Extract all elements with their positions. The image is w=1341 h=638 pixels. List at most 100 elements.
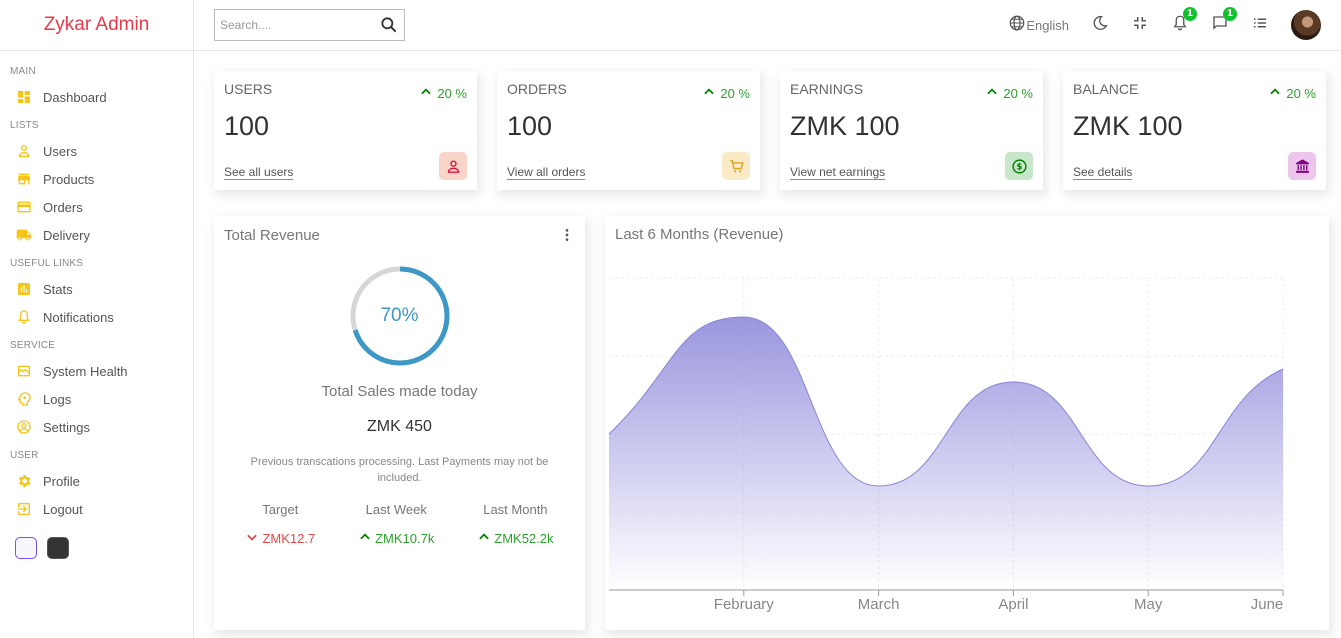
svg-text:$: $ bbox=[1016, 162, 1022, 172]
chevron-up-icon bbox=[1268, 85, 1282, 102]
percentage-value: 20 % bbox=[1286, 86, 1316, 101]
psychology-icon bbox=[15, 390, 33, 408]
widget-amount: 100 bbox=[507, 111, 553, 141]
sidebar-item-label: Users bbox=[43, 143, 77, 159]
notifications-button[interactable]: 1 bbox=[1171, 7, 1197, 36]
sidebar-item-label: Delivery bbox=[43, 227, 90, 243]
sidebar-item-orders[interactable]: Orders bbox=[10, 193, 193, 221]
bell-icon bbox=[15, 308, 33, 326]
chevron-up-icon bbox=[419, 85, 433, 102]
sidebar-section-useful-links: USEFUL LINKS Stats Notifications bbox=[10, 258, 193, 331]
x-tick-label: June bbox=[1251, 596, 1284, 613]
sidebar-item-system-health[interactable]: System Health bbox=[10, 357, 193, 385]
summary-value: ZMK12.7 bbox=[262, 531, 316, 546]
x-tick-label: February bbox=[714, 596, 775, 613]
sidebar-item-label: Settings bbox=[43, 419, 90, 435]
featured-summary: Target ZMK12.7 Last Week ZMK10.7k Last M… bbox=[224, 502, 575, 547]
logo-text[interactable]: Zykar Admin bbox=[44, 14, 150, 36]
more-vert-icon[interactable] bbox=[559, 226, 575, 244]
list-menu-button[interactable] bbox=[1251, 14, 1269, 36]
widget-amount: 100 bbox=[224, 111, 270, 141]
navbar: English 1 1 bbox=[194, 0, 1341, 51]
section-title-useful-links: USEFUL LINKS bbox=[10, 258, 84, 269]
light-theme-button[interactable] bbox=[15, 537, 37, 559]
search-input[interactable] bbox=[220, 18, 370, 32]
featured-title: Total Revenue bbox=[224, 226, 320, 244]
widget-link[interactable]: See details bbox=[1073, 165, 1133, 180]
featured-header: Total Revenue bbox=[224, 226, 575, 244]
notification-counter: 1 bbox=[1183, 7, 1197, 21]
theme-switcher bbox=[15, 537, 193, 559]
dark-theme-button[interactable] bbox=[47, 537, 69, 559]
sidebar-item-notifications[interactable]: Notifications bbox=[10, 303, 193, 331]
progress-label: 70% bbox=[380, 305, 419, 326]
logout-icon bbox=[15, 500, 33, 518]
sidebar-item-logs[interactable]: Logs bbox=[10, 385, 193, 413]
list-icon bbox=[1251, 14, 1269, 36]
x-tick-label: April bbox=[998, 596, 1028, 613]
featured-revenue-card: Total Revenue 70% Total Sales made today… bbox=[214, 216, 585, 630]
widget-percentage: 20 % bbox=[985, 85, 1033, 102]
fullscreen-exit-button[interactable] bbox=[1131, 14, 1149, 36]
sidebar-item-users[interactable]: Users bbox=[10, 137, 193, 165]
search-icon[interactable] bbox=[378, 14, 400, 36]
messages-button[interactable]: 1 bbox=[1211, 7, 1237, 36]
store-icon bbox=[15, 170, 33, 188]
dashboard-icon bbox=[15, 88, 33, 106]
truck-icon bbox=[15, 226, 33, 244]
widget-link[interactable]: See all users bbox=[224, 165, 294, 180]
featured-amount: ZMK 450 bbox=[367, 418, 432, 435]
section-title-lists: LISTS bbox=[10, 120, 39, 131]
sidebar-item-settings[interactable]: Settings bbox=[10, 413, 193, 441]
widget-link[interactable]: View all orders bbox=[507, 165, 586, 180]
sidebar-item-dashboard[interactable]: Dashboard bbox=[10, 83, 193, 111]
chevron-up-icon bbox=[702, 85, 716, 102]
chevron-up-icon bbox=[477, 530, 491, 547]
revenue-area-chart: February March April May June bbox=[608, 277, 1284, 613]
search-box bbox=[214, 9, 405, 41]
sidebar-item-logout[interactable]: Logout bbox=[10, 495, 193, 523]
sidebar-section-lists: LISTS Users Products Orders Delivery bbox=[10, 120, 193, 249]
sidebar: Zykar Admin MAIN Dashboard LISTS Users P… bbox=[0, 0, 194, 638]
summary-title: Target bbox=[262, 502, 299, 517]
widget-users: USERS 20 % 100 See all users bbox=[214, 71, 477, 190]
logo[interactable]: Zykar Admin bbox=[0, 0, 193, 51]
moon-icon bbox=[1091, 14, 1109, 36]
summary-result: ZMK52.2k bbox=[477, 530, 554, 547]
chevron-up-icon bbox=[358, 530, 372, 547]
cart-icon bbox=[722, 152, 750, 180]
sidebar-item-label: Dashboard bbox=[43, 89, 107, 105]
sidebar-item-profile[interactable]: Profile bbox=[10, 467, 193, 495]
dark-mode-toggle[interactable] bbox=[1091, 14, 1109, 36]
sidebar-section-main: MAIN Dashboard bbox=[10, 66, 193, 111]
summary-result: ZMK10.7k bbox=[358, 530, 434, 547]
user-icon bbox=[15, 142, 33, 160]
language-selector[interactable]: English bbox=[1008, 14, 1069, 36]
x-tick-label: May bbox=[1134, 596, 1163, 613]
settings-icon bbox=[15, 418, 33, 436]
app: Zykar Admin MAIN Dashboard LISTS Users P… bbox=[0, 0, 1341, 638]
widget-amount: ZMK 100 bbox=[790, 111, 900, 141]
widgets-row: USERS 20 % 100 See all users ORDERS 20 %… bbox=[214, 71, 1326, 190]
message-counter: 1 bbox=[1223, 7, 1237, 21]
widget-percentage: 20 % bbox=[702, 85, 750, 102]
x-tick-label: March bbox=[858, 596, 900, 613]
navbar-items: English 1 1 bbox=[1008, 7, 1321, 40]
sidebar-section-service: SERVICE System Health Logs Settings bbox=[10, 340, 193, 441]
avatar[interactable] bbox=[1291, 10, 1321, 40]
sidebar-item-delivery[interactable]: Delivery bbox=[10, 221, 193, 249]
widget-percentage: 20 % bbox=[1268, 85, 1316, 102]
main-content: English 1 1 bbox=[194, 0, 1341, 638]
section-title-user: USER bbox=[10, 450, 39, 461]
sidebar-item-label: Profile bbox=[43, 473, 80, 489]
area-fill bbox=[609, 317, 1283, 590]
language-label: English bbox=[1026, 17, 1069, 33]
sidebar-section-user: USER Profile Logout bbox=[10, 450, 193, 523]
health-icon bbox=[15, 362, 33, 380]
percentage-value: 20 % bbox=[437, 86, 467, 101]
sidebar-item-stats[interactable]: Stats bbox=[10, 275, 193, 303]
widget-link[interactable]: View net earnings bbox=[790, 165, 886, 180]
widget-earnings: EARNINGS 20 % ZMK 100 View net earnings … bbox=[780, 71, 1043, 190]
summary-item-last-month: Last Month ZMK52.2k bbox=[477, 502, 554, 547]
sidebar-item-products[interactable]: Products bbox=[10, 165, 193, 193]
